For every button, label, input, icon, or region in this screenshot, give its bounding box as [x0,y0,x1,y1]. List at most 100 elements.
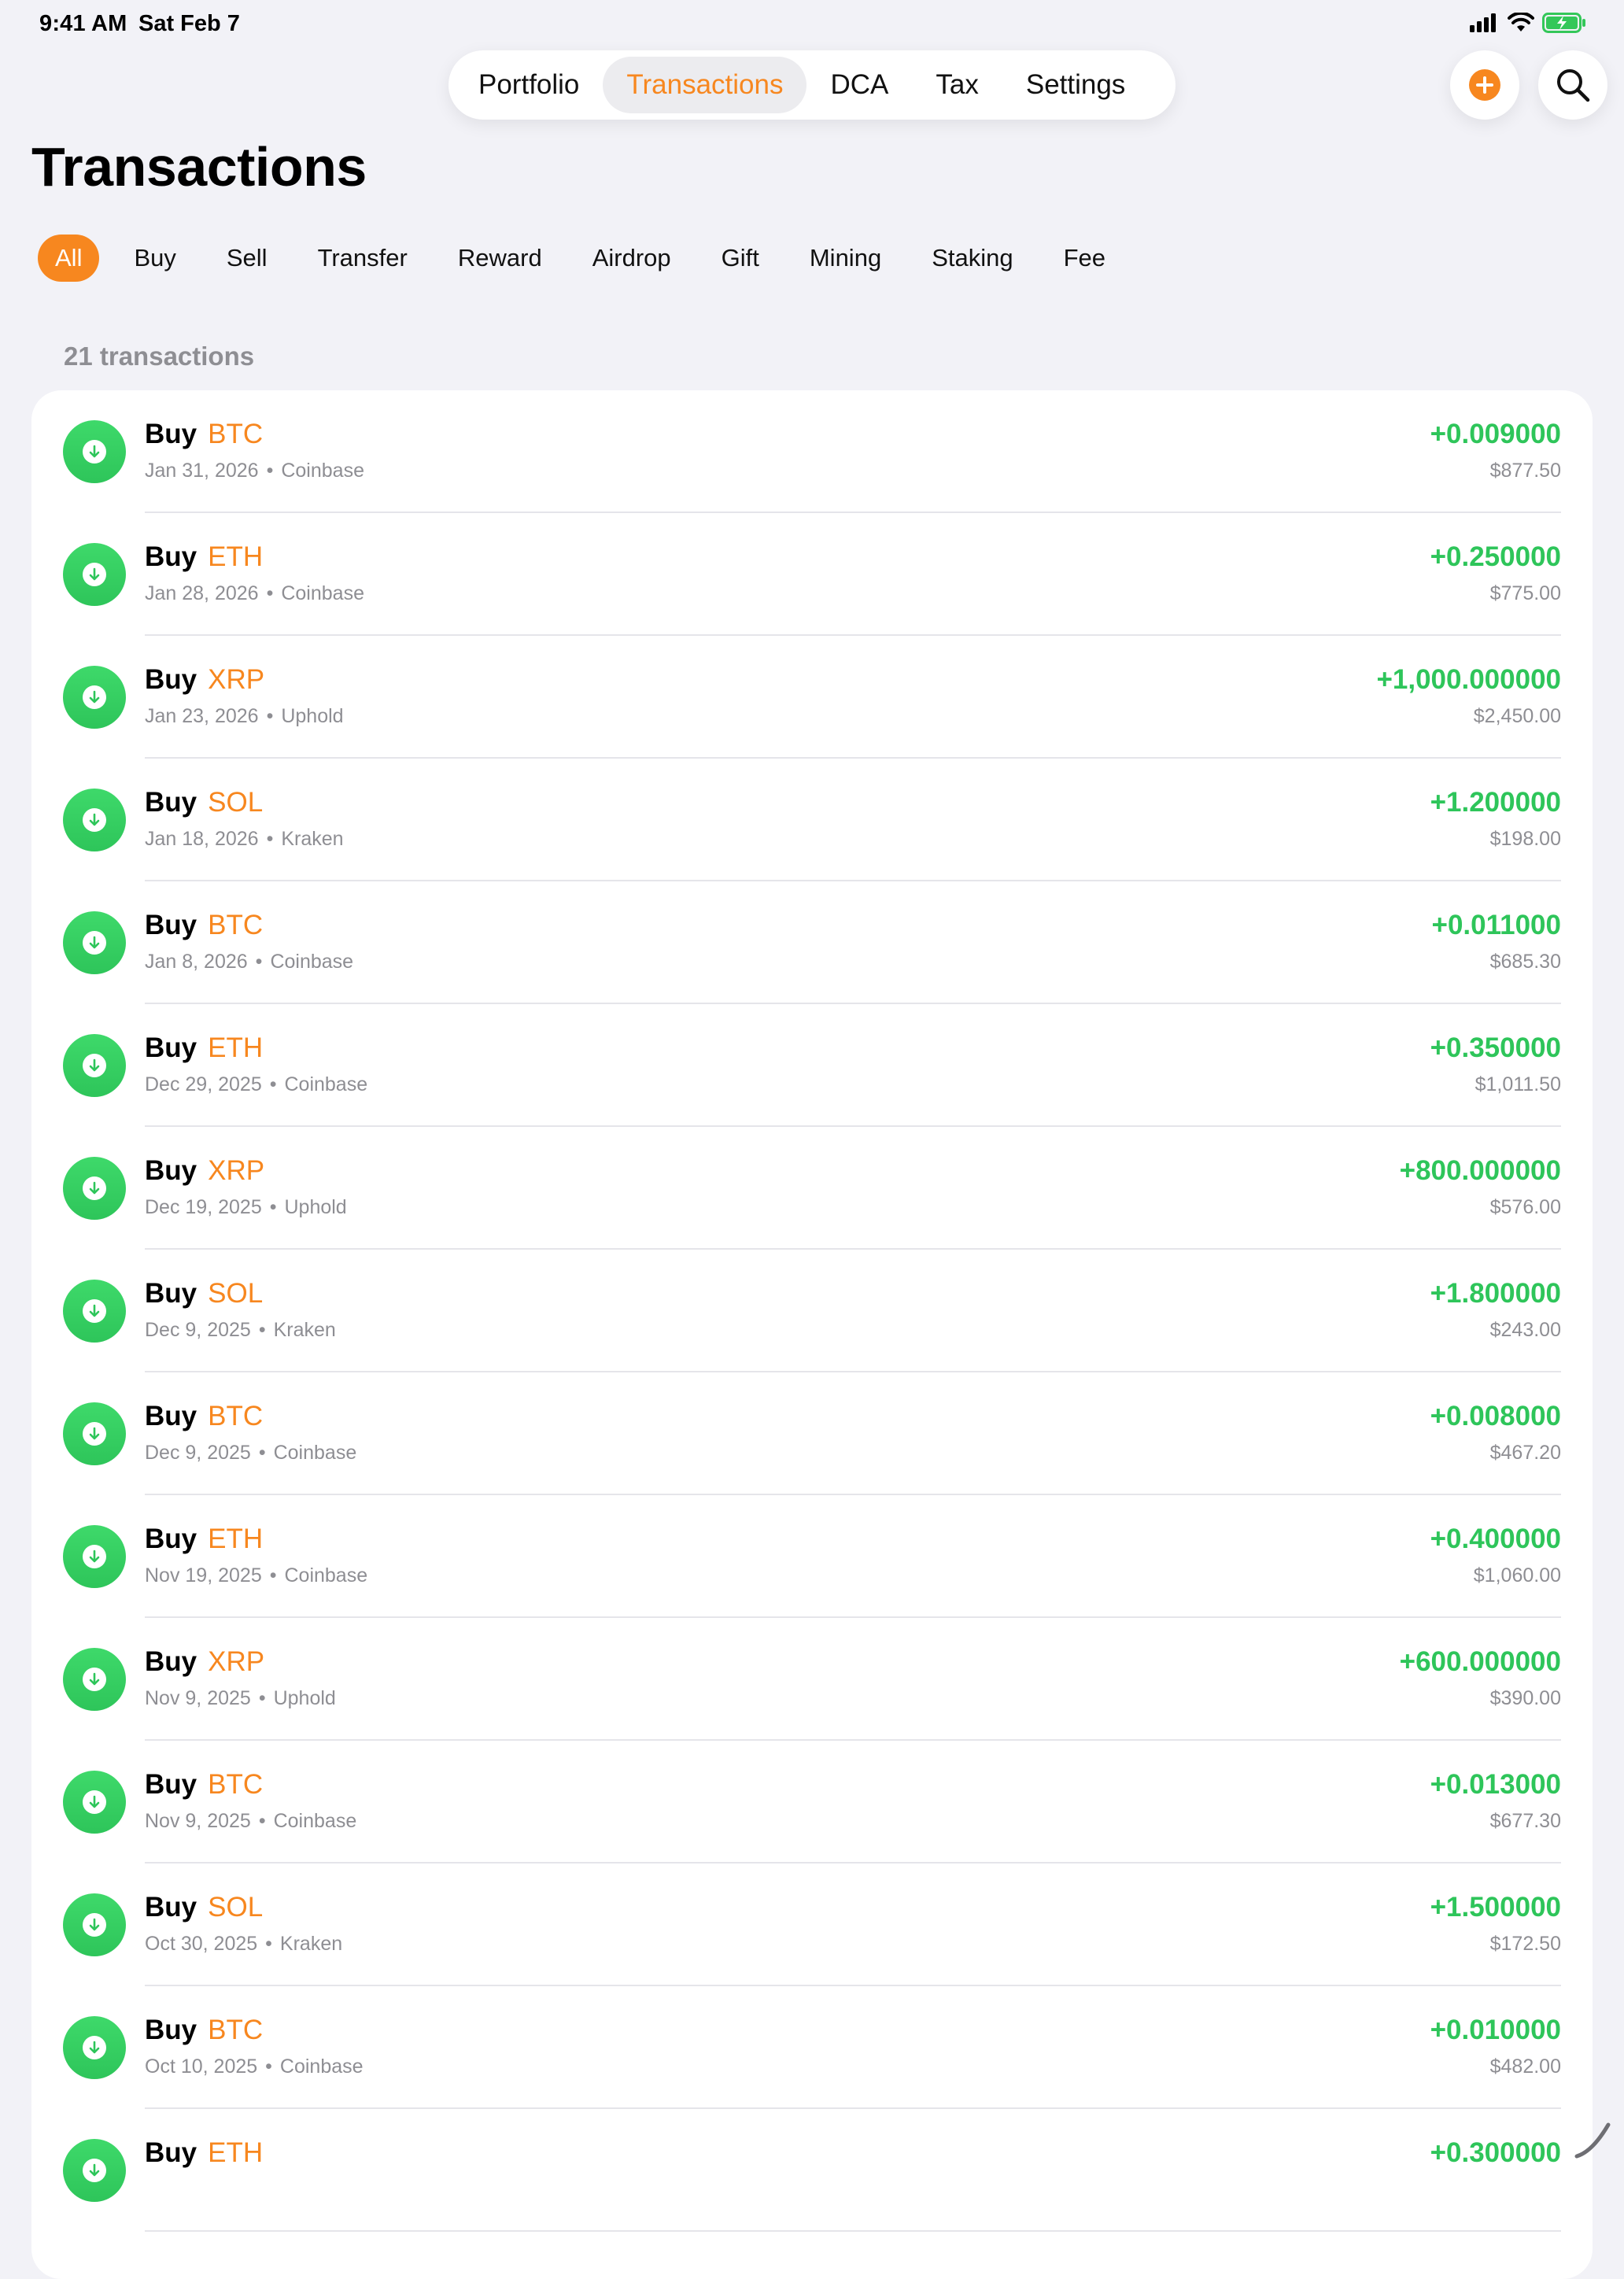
arrow-down-icon [87,689,102,705]
transaction-row[interactable]: BuySOLJan 18, 2026•Kraken+1.200000$198.0… [31,759,1593,881]
filter-mining[interactable]: Mining [794,235,897,282]
filter-buy[interactable]: Buy [118,235,191,282]
transaction-type: Buy [145,1401,197,1431]
transaction-type: Buy [145,541,197,572]
transaction-exchange: Kraken [280,1933,342,1955]
filter-gift[interactable]: Gift [706,235,775,282]
arrow-down-icon [87,2163,102,2178]
transaction-title: BuyBTC [145,419,263,450]
transaction-date: Dec 19, 2025 [145,1196,262,1218]
transaction-date: Dec 9, 2025 [145,1319,251,1341]
separator-dot: • [259,1319,266,1341]
transaction-asset: SOL [208,1892,263,1923]
transaction-asset: BTC [208,1769,263,1800]
separator-dot: • [259,1687,266,1709]
transaction-meta: Nov 9, 2025 • Uphold [145,1687,336,1710]
arrow-down-icon [87,567,102,582]
buy-arrow-icon [63,2139,126,2202]
arrow-down-icon [87,444,102,460]
transaction-row[interactable]: BuyXRPJan 23, 2026•Uphold+1,000.000000$2… [31,636,1593,759]
add-transaction-button[interactable] [1450,50,1519,120]
battery-charging-icon [1542,13,1586,33]
transaction-type: Buy [145,419,197,449]
buy-arrow-icon [63,1157,126,1220]
transaction-meta: Oct 10, 2025•Coinbase [145,2056,364,2078]
cellular-signal-icon [1470,13,1500,32]
buy-arrow-icon [63,1402,126,1465]
page-title: Transactions [31,135,367,198]
transaction-row[interactable]: BuyETHNov 19, 2025•Coinbase+0.400000$1,0… [31,1495,1593,1618]
tab-transactions[interactable]: Transactions [603,57,806,113]
transaction-date: Oct 10, 2025 [145,2056,257,2078]
transaction-row[interactable]: BuySOLDec 9, 2025•Kraken+1.800000$243.00 [31,1250,1593,1372]
transaction-meta: Jan 28, 2026•Coinbase [145,582,364,605]
filter-airdrop[interactable]: Airdrop [577,235,687,282]
transaction-row[interactable]: BuyBTCNov 9, 2025•Coinbase+0.013000$677.… [31,1741,1593,1863]
transaction-row[interactable]: BuyBTCOct 10, 2025•Coinbase+0.010000$482… [31,1986,1593,2109]
arrow-down-icon [87,1180,102,1196]
transaction-exchange: Kraken [274,1319,336,1341]
transaction-meta: Jan 31, 2026•Coinbase [145,460,364,482]
filter-sell[interactable]: Sell [211,235,283,282]
transaction-value: $390.00 [1490,1687,1561,1710]
transaction-amount: +800.000000 [1400,1155,1561,1187]
search-button[interactable] [1538,50,1607,120]
transaction-value: $775.00 [1490,582,1561,605]
transaction-title: BuyETH [145,1524,263,1555]
transaction-row[interactable]: BuyBTCJan 31, 2026•Coinbase+0.009000$877… [31,390,1593,513]
transaction-title: BuyBTC [145,2015,263,2046]
buy-arrow-icon [63,666,126,729]
transaction-row[interactable]: BuyXRPDec 19, 2025•Uphold+800.000000$576… [31,1127,1593,1250]
transaction-value: $677.30 [1490,1810,1561,1833]
transaction-type: Buy [145,2015,197,2045]
arrow-down-icon [87,935,102,951]
transaction-date: Jan 28, 2026 [145,582,259,604]
transaction-meta: Nov 19, 2025•Coinbase [145,1564,367,1587]
tab-settings[interactable]: Settings [1002,57,1149,113]
filter-reward[interactable]: Reward [442,235,558,282]
filter-all[interactable]: All [38,235,99,282]
transaction-row[interactable]: BuyETHDec 29, 2025•Coinbase+0.350000$1,0… [31,1004,1593,1127]
transaction-type: Buy [145,664,197,695]
filter-staking[interactable]: Staking [916,235,1028,282]
transaction-row[interactable]: BuyETH+0.300000 [31,2109,1593,2232]
transaction-amount: +0.010000 [1430,2015,1561,2046]
transaction-value: $877.50 [1490,460,1561,482]
transaction-amount: +0.008000 [1430,1401,1561,1432]
transaction-asset: ETH [208,1032,263,1063]
transaction-title: BuyBTC [145,1769,263,1801]
transaction-list: BuyBTCJan 31, 2026•Coinbase+0.009000$877… [31,390,1593,2279]
separator-dot: • [270,1196,277,1218]
transaction-amount: +0.300000 [1430,2137,1561,2169]
transaction-amount: +1.500000 [1430,1892,1561,1923]
arrow-down-icon [87,812,102,828]
tab-dca[interactable]: DCA [806,57,912,113]
transaction-exchange: Uphold [274,1687,336,1709]
transaction-exchange: Kraken [281,828,343,850]
filter-fee[interactable]: Fee [1048,235,1121,282]
arrow-down-icon [87,1671,102,1687]
transaction-row[interactable]: BuyBTCJan 8, 2026•Coinbase+0.011000$685.… [31,881,1593,1004]
separator-dot: • [256,951,263,973]
buy-arrow-icon [63,1280,126,1343]
buy-arrow-icon [63,1034,126,1097]
filter-transfer[interactable]: Transfer [302,235,423,282]
transaction-row[interactable]: BuyXRPNov 9, 2025•Uphold+600.000000$390.… [31,1618,1593,1741]
transaction-type: Buy [145,910,197,940]
transaction-exchange: Coinbase [274,1810,357,1832]
transaction-asset: BTC [208,910,263,940]
transaction-amount: +0.350000 [1430,1032,1561,1064]
transaction-exchange: Uphold [281,705,343,727]
separator-dot: • [259,1442,266,1464]
buy-arrow-icon [63,1893,126,1956]
transaction-value: $172.50 [1490,1933,1561,1956]
transaction-date: Nov 9, 2025 [145,1687,251,1709]
transaction-title: BuyXRP [145,1646,264,1678]
transaction-row[interactable]: BuyETHJan 28, 2026•Coinbase+0.250000$775… [31,513,1593,636]
tab-tax[interactable]: Tax [912,57,1002,113]
transaction-amount: +0.400000 [1430,1524,1561,1555]
transaction-row[interactable]: BuyBTCDec 9, 2025•Coinbase+0.008000$467.… [31,1372,1593,1495]
tab-portfolio[interactable]: Portfolio [455,57,603,113]
row-divider [145,2230,1561,2232]
transaction-row[interactable]: BuySOLOct 30, 2025•Kraken+1.500000$172.5… [31,1863,1593,1986]
